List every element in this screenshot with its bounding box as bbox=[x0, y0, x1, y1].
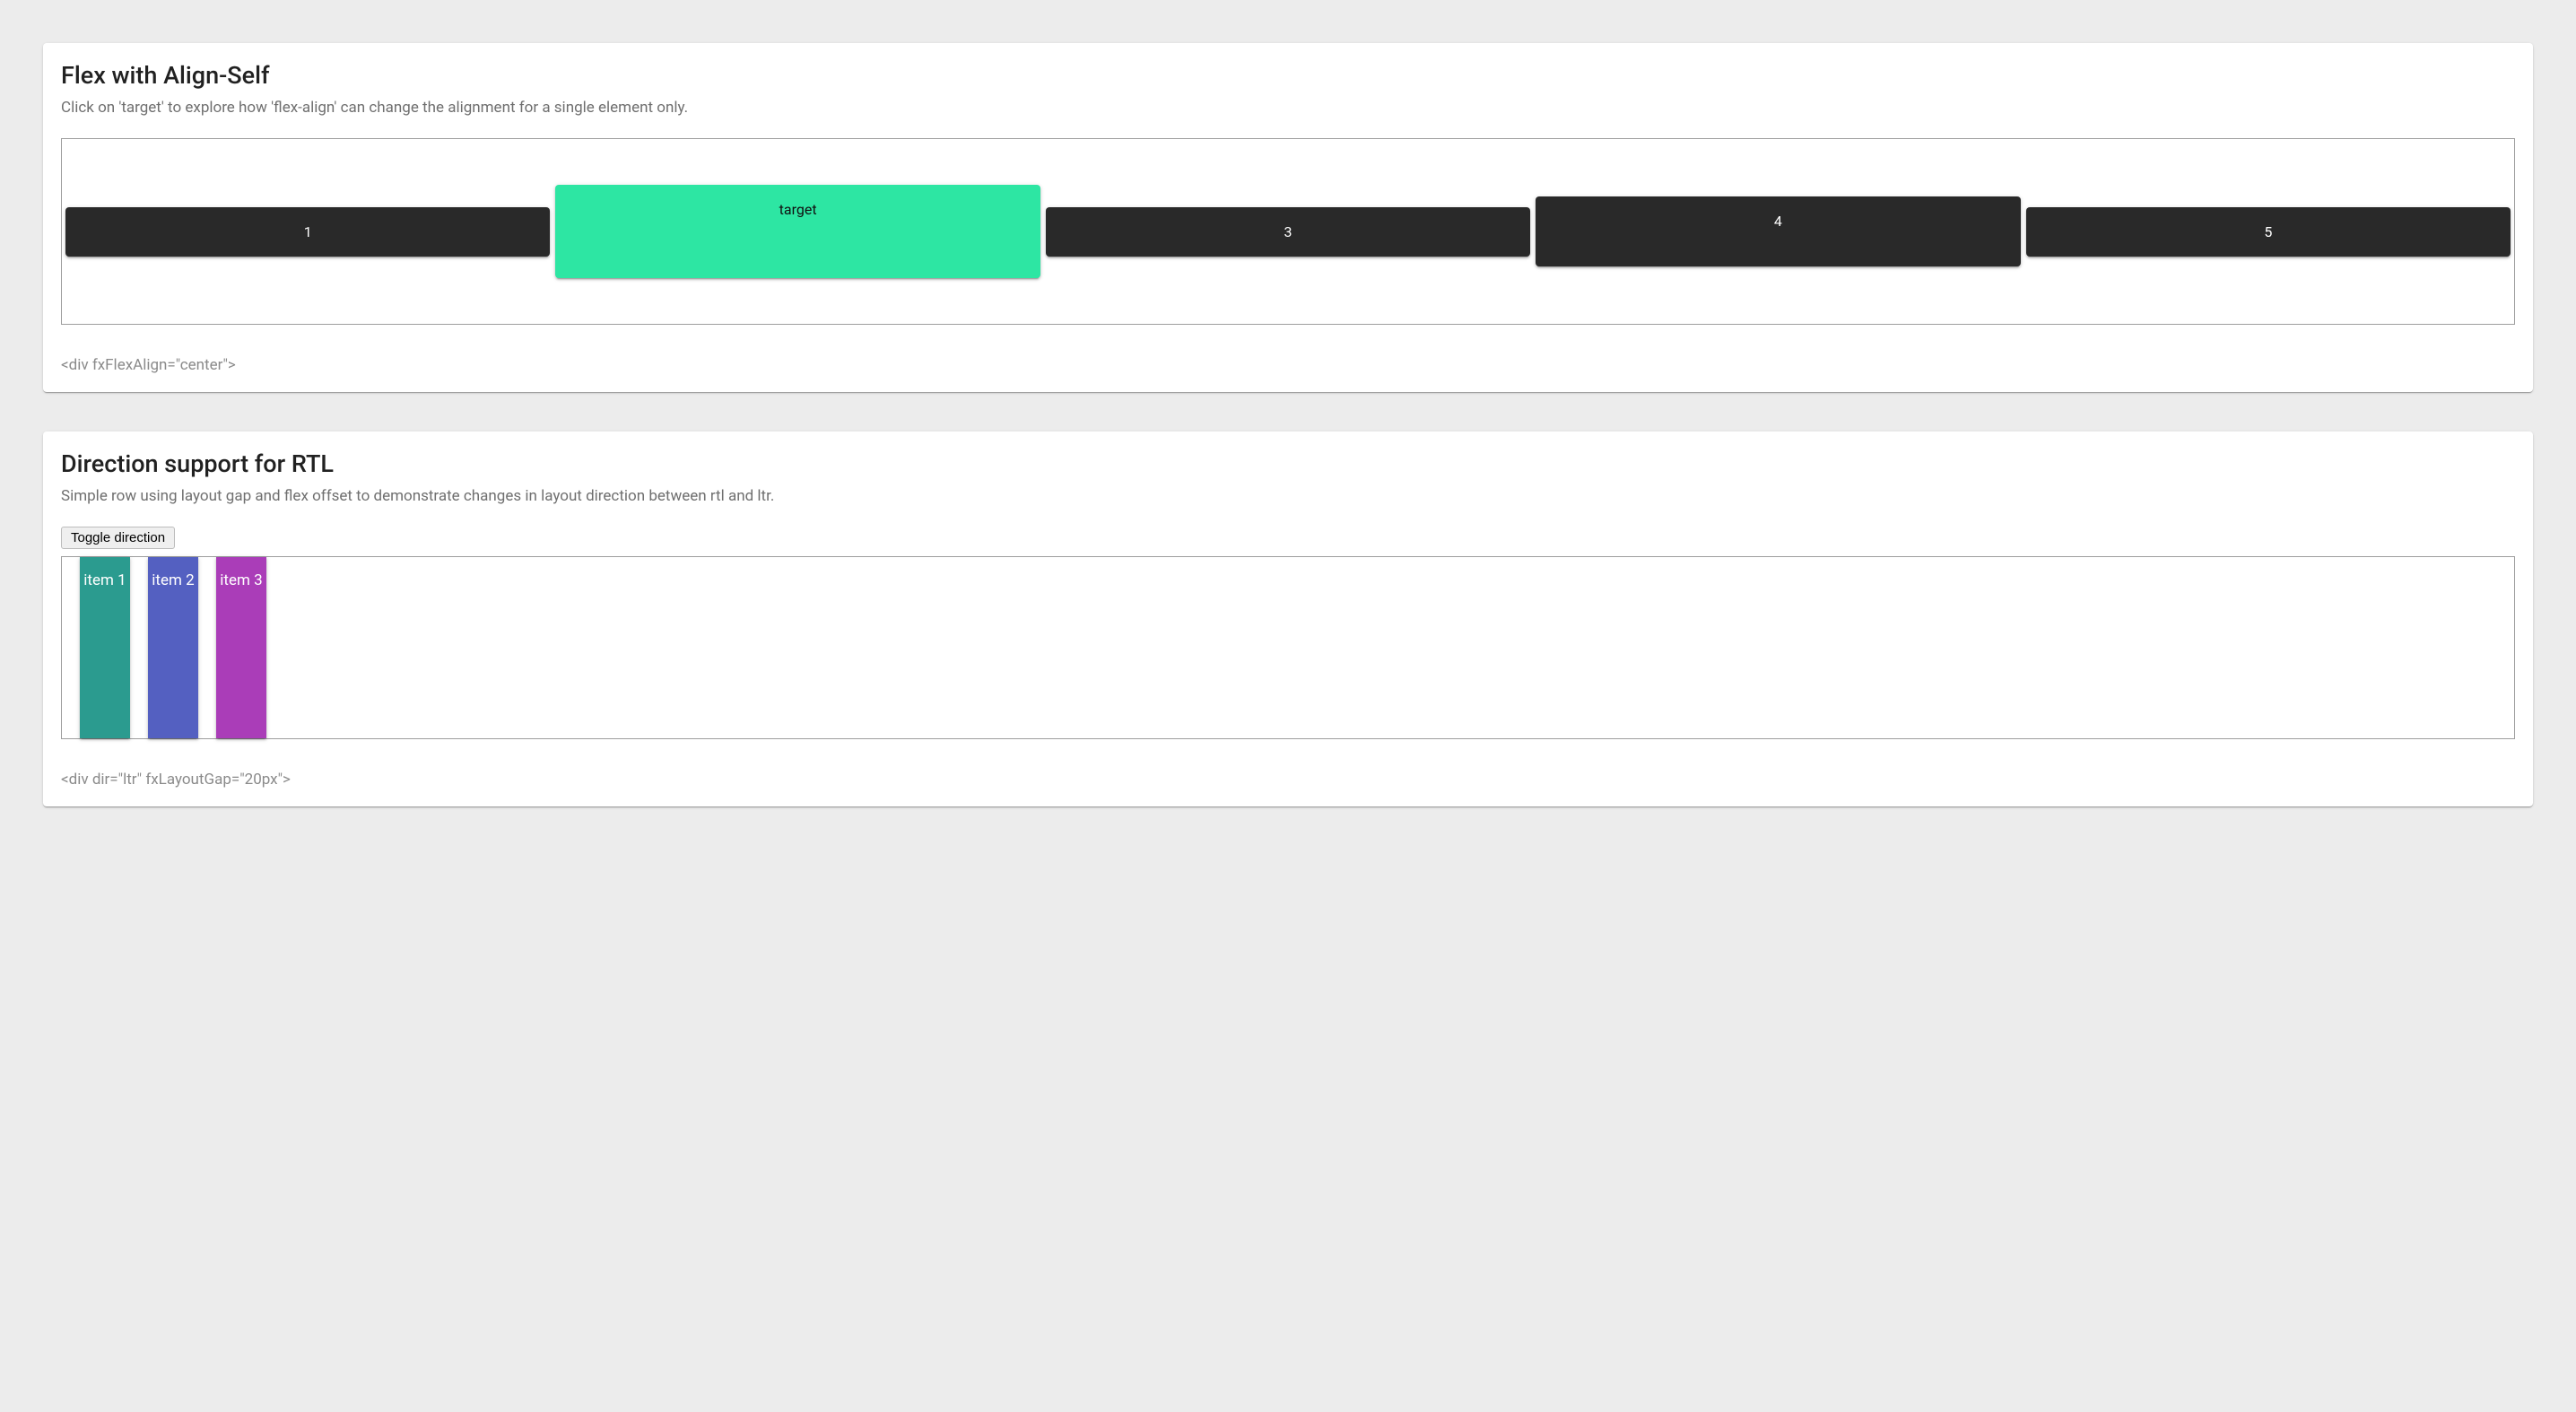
flex-block-4[interactable]: 4 bbox=[1536, 196, 2020, 266]
toggle-direction-button[interactable]: Toggle direction bbox=[61, 527, 175, 549]
align-self-card: Flex with Align-Self Click on 'target' t… bbox=[43, 43, 2533, 392]
rtl-demo-frame: item 1 item 2 item 3 bbox=[61, 556, 2515, 739]
align-self-demo-frame: 1 target 3 4 5 bbox=[61, 138, 2515, 325]
flex-block-3[interactable]: 3 bbox=[1046, 207, 1530, 257]
rtl-item-1: item 1 bbox=[80, 557, 130, 738]
align-self-hint: <div fxFlexAlign="center"> bbox=[61, 356, 2515, 374]
rtl-card: Direction support for RTL Simple row usi… bbox=[43, 431, 2533, 806]
rtl-item-2: item 2 bbox=[148, 557, 198, 738]
flex-block-target[interactable]: target bbox=[555, 185, 1040, 278]
align-self-subtitle: Click on 'target' to explore how 'flex-a… bbox=[61, 99, 2515, 117]
flex-block-5[interactable]: 5 bbox=[2026, 207, 2511, 257]
rtl-hint: <div dir="ltr" fxLayoutGap="20px"> bbox=[61, 771, 2515, 789]
align-self-title: Flex with Align-Self bbox=[61, 61, 2515, 90]
flex-block-1[interactable]: 1 bbox=[65, 207, 550, 257]
rtl-title: Direction support for RTL bbox=[61, 449, 2515, 478]
rtl-item-3: item 3 bbox=[216, 557, 266, 738]
rtl-subtitle: Simple row using layout gap and flex off… bbox=[61, 487, 2515, 505]
